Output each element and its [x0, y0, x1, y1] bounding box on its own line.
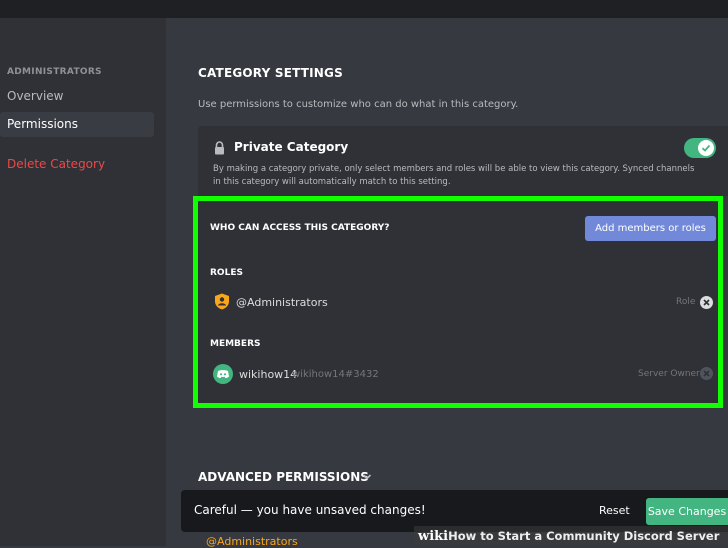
role-shield-icon	[215, 293, 229, 310]
role-tag: Role	[676, 297, 696, 307]
unsaved-changes-message: Careful — you have unsaved changes!	[194, 503, 426, 517]
remove-member-button[interactable]	[700, 367, 713, 380]
private-category-title: Private Category	[234, 140, 349, 154]
sidebar-item-delete-category[interactable]: Delete Category	[0, 152, 154, 177]
private-category-toggle[interactable]	[684, 138, 716, 158]
lock-icon	[215, 141, 224, 155]
close-icon	[703, 370, 710, 377]
window-top-bar	[0, 0, 728, 18]
toggle-knob	[698, 140, 714, 156]
sidebar-header: ADMINISTRATORS	[7, 67, 102, 77]
roles-label: ROLES	[210, 268, 243, 278]
members-label: MEMBERS	[210, 339, 261, 349]
add-members-or-roles-button[interactable]: Add members or roles	[585, 216, 716, 241]
chevron-down-icon[interactable]	[362, 473, 372, 481]
sidebar-item-overview[interactable]: Overview	[0, 84, 154, 109]
sidebar-item-permissions[interactable]: Permissions	[0, 112, 154, 137]
bottom-role-peek: @Administrators	[206, 535, 298, 548]
member-handle: wikihow14#3432	[292, 369, 379, 380]
watermark-text: How to Start a Community Discord Server	[448, 529, 720, 543]
close-icon	[703, 299, 710, 306]
role-name: @Administrators	[236, 296, 328, 309]
access-section-title: WHO CAN ACCESS THIS CATEGORY?	[210, 223, 390, 233]
reset-button[interactable]: Reset	[599, 504, 630, 517]
member-name: wikihow14	[239, 368, 298, 381]
advanced-permissions-title[interactable]: ADVANCED PERMISSIONS	[198, 470, 369, 484]
page-description: Use permissions to customize who can do …	[198, 99, 519, 110]
member-avatar	[213, 364, 233, 384]
member-tag: Server Owner	[638, 369, 700, 379]
remove-role-button[interactable]	[700, 296, 713, 309]
page-title: CATEGORY SETTINGS	[198, 66, 343, 80]
check-icon	[701, 144, 711, 152]
save-changes-button[interactable]: Save Changes	[646, 498, 728, 525]
wikihow-watermark: wikiHow to Start a Community Discord Ser…	[414, 526, 728, 546]
watermark-logo: wiki	[418, 529, 449, 544]
private-category-description: By making a category private, only selec…	[213, 164, 695, 187]
